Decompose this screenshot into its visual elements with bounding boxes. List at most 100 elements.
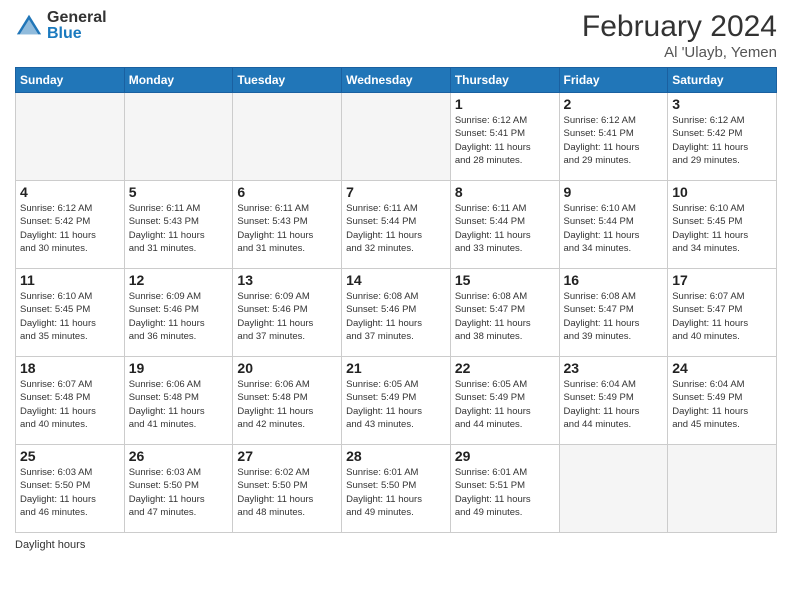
day-cell: 27 Sunrise: 6:02 AM Sunset: 5:50 PM Dayli… [233, 445, 342, 533]
logo-text: General Blue [47, 10, 107, 42]
day-number: 4 [20, 184, 120, 200]
day-detail: Sunrise: 6:06 AM Sunset: 5:48 PM Dayligh… [129, 378, 229, 431]
day-number: 12 [129, 272, 229, 288]
day-detail: Sunrise: 6:08 AM Sunset: 5:47 PM Dayligh… [564, 290, 664, 343]
header-row: Sunday Monday Tuesday Wednesday Thursday… [16, 68, 777, 93]
day-detail: Sunrise: 6:03 AM Sunset: 5:50 PM Dayligh… [129, 466, 229, 519]
day-detail: Sunrise: 6:08 AM Sunset: 5:47 PM Dayligh… [455, 290, 555, 343]
day-cell: 11 Sunrise: 6:10 AM Sunset: 5:45 PM Dayli… [16, 269, 125, 357]
day-cell: 4 Sunrise: 6:12 AM Sunset: 5:42 PM Daylig… [16, 181, 125, 269]
day-detail: Sunrise: 6:12 AM Sunset: 5:41 PM Dayligh… [455, 114, 555, 167]
day-number: 18 [20, 360, 120, 376]
day-cell: 25 Sunrise: 6:03 AM Sunset: 5:50 PM Dayli… [16, 445, 125, 533]
day-cell [233, 93, 342, 181]
col-thursday: Thursday [450, 68, 559, 93]
day-cell: 1 Sunrise: 6:12 AM Sunset: 5:41 PM Daylig… [450, 93, 559, 181]
day-detail: Sunrise: 6:03 AM Sunset: 5:50 PM Dayligh… [20, 466, 120, 519]
title-block: February 2024 Al 'Ulayb, Yemen [582, 10, 777, 61]
day-number: 17 [672, 272, 772, 288]
col-friday: Friday [559, 68, 668, 93]
day-cell [668, 445, 777, 533]
day-number: 1 [455, 96, 555, 112]
day-detail: Sunrise: 6:09 AM Sunset: 5:46 PM Dayligh… [129, 290, 229, 343]
day-cell: 12 Sunrise: 6:09 AM Sunset: 5:46 PM Dayli… [124, 269, 233, 357]
day-cell: 20 Sunrise: 6:06 AM Sunset: 5:48 PM Dayli… [233, 357, 342, 445]
week-row-2: 11 Sunrise: 6:10 AM Sunset: 5:45 PM Dayli… [16, 269, 777, 357]
day-detail: Sunrise: 6:07 AM Sunset: 5:48 PM Dayligh… [20, 378, 120, 431]
day-cell: 13 Sunrise: 6:09 AM Sunset: 5:46 PM Dayli… [233, 269, 342, 357]
day-cell: 24 Sunrise: 6:04 AM Sunset: 5:49 PM Dayli… [668, 357, 777, 445]
day-detail: Sunrise: 6:10 AM Sunset: 5:45 PM Dayligh… [672, 202, 772, 255]
col-tuesday: Tuesday [233, 68, 342, 93]
page: General Blue February 2024 Al 'Ulayb, Ye… [0, 0, 792, 612]
day-number: 11 [20, 272, 120, 288]
day-detail: Sunrise: 6:12 AM Sunset: 5:42 PM Dayligh… [672, 114, 772, 167]
day-cell: 26Sunrise: 6:03 AM Sunset: 5:50 PM Dayli… [124, 445, 233, 533]
day-number: 22 [455, 360, 555, 376]
day-cell: 15 Sunrise: 6:08 AM Sunset: 5:47 PM Dayli… [450, 269, 559, 357]
day-cell: 22 Sunrise: 6:05 AM Sunset: 5:49 PM Dayli… [450, 357, 559, 445]
day-number: 29 [455, 448, 555, 464]
header: General Blue February 2024 Al 'Ulayb, Ye… [15, 10, 777, 61]
day-cell: 14Sunrise: 6:08 AM Sunset: 5:46 PM Dayli… [342, 269, 451, 357]
day-cell: 7Sunrise: 6:11 AM Sunset: 5:44 PM Daylig… [342, 181, 451, 269]
day-number: 24 [672, 360, 772, 376]
day-number: 9 [564, 184, 664, 200]
day-number: 15 [455, 272, 555, 288]
col-wednesday: Wednesday [342, 68, 451, 93]
calendar-title: February 2024 [582, 10, 777, 44]
col-sunday: Sunday [16, 68, 125, 93]
day-detail: Sunrise: 6:11 AM Sunset: 5:43 PM Dayligh… [129, 202, 229, 255]
week-row-1: 4 Sunrise: 6:12 AM Sunset: 5:42 PM Daylig… [16, 181, 777, 269]
day-number: 21 [346, 360, 446, 376]
day-detail: Sunrise: 6:06 AM Sunset: 5:48 PM Dayligh… [237, 378, 337, 431]
day-number: 28 [346, 448, 446, 464]
day-cell: 29 Sunrise: 6:01 AM Sunset: 5:51 PM Dayli… [450, 445, 559, 533]
footer-label: Daylight hours [15, 539, 85, 551]
day-number: 25 [20, 448, 120, 464]
day-detail: Sunrise: 6:05 AM Sunset: 5:49 PM Dayligh… [346, 378, 446, 431]
day-number: 13 [237, 272, 337, 288]
day-cell: 10Sunrise: 6:10 AM Sunset: 5:45 PM Dayli… [668, 181, 777, 269]
day-number: 5 [129, 184, 229, 200]
day-cell: 21 Sunrise: 6:05 AM Sunset: 5:49 PM Dayli… [342, 357, 451, 445]
day-detail: Sunrise: 6:11 AM Sunset: 5:44 PM Dayligh… [455, 202, 555, 255]
day-cell [16, 93, 125, 181]
week-row-4: 25 Sunrise: 6:03 AM Sunset: 5:50 PM Dayli… [16, 445, 777, 533]
day-cell: 19 Sunrise: 6:06 AM Sunset: 5:48 PM Dayli… [124, 357, 233, 445]
day-cell [559, 445, 668, 533]
col-monday: Monday [124, 68, 233, 93]
day-cell: 17 Sunrise: 6:07 AM Sunset: 5:47 PM Dayli… [668, 269, 777, 357]
day-detail: Sunrise: 6:04 AM Sunset: 5:49 PM Dayligh… [672, 378, 772, 431]
day-detail: Sunrise: 6:12 AM Sunset: 5:42 PM Dayligh… [20, 202, 120, 255]
calendar-subtitle: Al 'Ulayb, Yemen [582, 44, 777, 61]
logo: General Blue [15, 10, 107, 42]
day-detail: Sunrise: 6:11 AM Sunset: 5:44 PM Dayligh… [346, 202, 446, 255]
day-cell: 5 Sunrise: 6:11 AM Sunset: 5:43 PM Daylig… [124, 181, 233, 269]
week-row-0: 1 Sunrise: 6:12 AM Sunset: 5:41 PM Daylig… [16, 93, 777, 181]
day-cell: 18 Sunrise: 6:07 AM Sunset: 5:48 PM Dayli… [16, 357, 125, 445]
day-cell: 9Sunrise: 6:10 AM Sunset: 5:44 PM Daylig… [559, 181, 668, 269]
day-detail: Sunrise: 6:01 AM Sunset: 5:51 PM Dayligh… [455, 466, 555, 519]
day-number: 20 [237, 360, 337, 376]
day-detail: Sunrise: 6:02 AM Sunset: 5:50 PM Dayligh… [237, 466, 337, 519]
day-number: 16 [564, 272, 664, 288]
day-detail: Sunrise: 6:07 AM Sunset: 5:47 PM Dayligh… [672, 290, 772, 343]
day-detail: Sunrise: 6:10 AM Sunset: 5:45 PM Dayligh… [20, 290, 120, 343]
day-detail: Sunrise: 6:04 AM Sunset: 5:49 PM Dayligh… [564, 378, 664, 431]
day-number: 2 [564, 96, 664, 112]
footer: Daylight hours [15, 539, 777, 551]
day-detail: Sunrise: 6:05 AM Sunset: 5:49 PM Dayligh… [455, 378, 555, 431]
day-cell: 28 Sunrise: 6:01 AM Sunset: 5:50 PM Dayli… [342, 445, 451, 533]
day-cell: 6Sunrise: 6:11 AM Sunset: 5:43 PM Daylig… [233, 181, 342, 269]
day-cell: 23Sunrise: 6:04 AM Sunset: 5:49 PM Dayli… [559, 357, 668, 445]
day-cell: 8Sunrise: 6:11 AM Sunset: 5:44 PM Daylig… [450, 181, 559, 269]
day-number: 19 [129, 360, 229, 376]
logo-general-text: General [47, 10, 107, 26]
day-detail: Sunrise: 6:01 AM Sunset: 5:50 PM Dayligh… [346, 466, 446, 519]
logo-icon [15, 12, 43, 40]
day-detail: Sunrise: 6:09 AM Sunset: 5:46 PM Dayligh… [237, 290, 337, 343]
day-cell: 3Sunrise: 6:12 AM Sunset: 5:42 PM Daylig… [668, 93, 777, 181]
day-number: 27 [237, 448, 337, 464]
day-detail: Sunrise: 6:12 AM Sunset: 5:41 PM Dayligh… [564, 114, 664, 167]
